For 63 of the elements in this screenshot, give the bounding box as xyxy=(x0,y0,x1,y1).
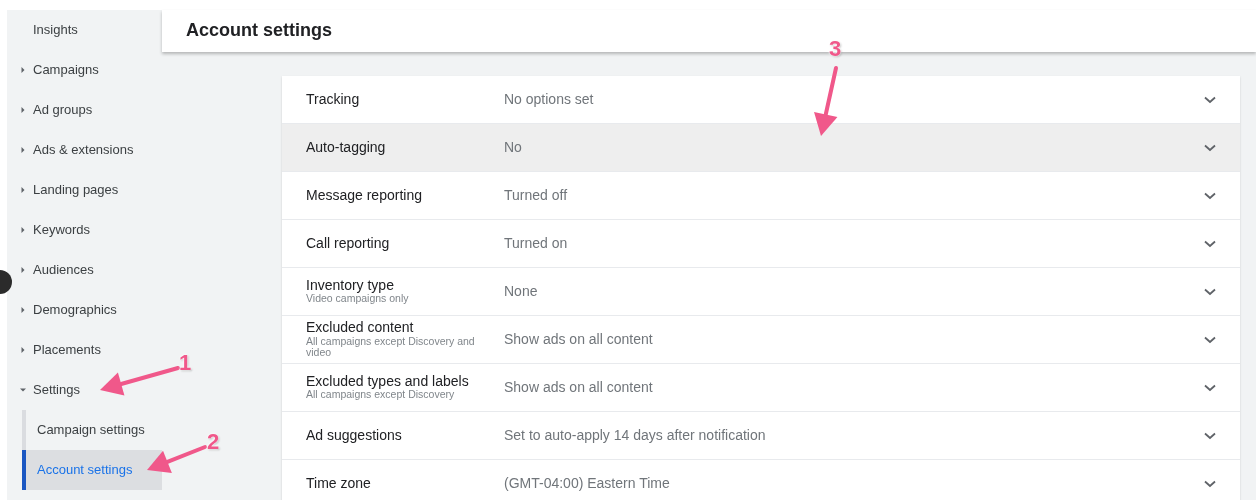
chevron-down-icon xyxy=(1204,191,1216,200)
setting-label: Time zone xyxy=(306,475,372,492)
caret-right-icon xyxy=(20,67,26,73)
setting-value: Set to auto-apply 14 days after notification xyxy=(504,426,767,445)
sidebar-item[interactable]: Placements xyxy=(15,330,162,370)
chevron-down-icon xyxy=(1204,431,1216,440)
annotation-number: 3 xyxy=(829,38,842,60)
annotation-number: 2 xyxy=(207,431,220,453)
caret-right-icon xyxy=(20,107,26,113)
setting-value: No options set xyxy=(504,90,595,109)
sidebar-item[interactable]: Ads & extensions xyxy=(15,130,162,170)
setting-label: Call reporting xyxy=(306,235,391,252)
settings-row[interactable]: Auto-tagging No xyxy=(282,124,1240,172)
setting-value: No xyxy=(504,138,523,157)
setting-note: Video campaigns only xyxy=(306,293,410,305)
setting-label: Excluded content xyxy=(306,320,415,336)
settings-row[interactable]: Inventory type Video campaigns only None xyxy=(282,268,1240,316)
setting-note: All campaigns except Discovery xyxy=(306,389,456,401)
setting-label: Message reporting xyxy=(306,187,423,204)
chevron-down-icon xyxy=(1204,335,1216,344)
setting-label: Excluded types and labels xyxy=(306,374,470,390)
caret-right-icon xyxy=(20,227,26,233)
setting-note: All campaigns except Discovery and video xyxy=(306,335,476,359)
sidebar-item[interactable]: Settings xyxy=(15,370,162,410)
chevron-down-icon xyxy=(1204,479,1216,488)
setting-label: Inventory type xyxy=(306,278,395,294)
setting-value: Turned on xyxy=(504,234,569,253)
annotation-arrow xyxy=(147,445,207,474)
setting-label: Tracking xyxy=(306,91,361,108)
setting-value: Turned off xyxy=(504,186,569,205)
setting-label: Auto-tagging xyxy=(306,139,387,156)
sidebar-item[interactable]: Keywords xyxy=(15,210,162,250)
caret-right-icon xyxy=(20,307,26,313)
caret-down-icon xyxy=(20,387,26,393)
chevron-down-icon xyxy=(1204,383,1216,392)
caret-right-icon xyxy=(20,187,26,193)
settings-row[interactable]: Excluded types and labels All campaigns except Discovery Show ads on all content xyxy=(282,364,1240,412)
setting-value: Show ads on all content xyxy=(504,330,654,349)
sidebar-item[interactable]: Ad groups xyxy=(15,90,162,130)
sidebar-item[interactable]: Insights xyxy=(15,10,162,50)
sidebar-item[interactable]: Audiences xyxy=(15,250,162,290)
settings-row[interactable]: Message reporting Turned off xyxy=(282,172,1240,220)
chevron-down-icon xyxy=(1204,143,1216,152)
settings-row[interactable]: Time zone (GMT-04:00) Eastern Time xyxy=(282,460,1240,500)
annotation-arrow xyxy=(814,66,838,136)
caret-right-icon xyxy=(20,147,26,153)
sidebar-item[interactable]: Demographics xyxy=(15,290,162,330)
setting-value: (GMT-04:00) Eastern Time xyxy=(504,474,671,493)
setting-value: Show ads on all content xyxy=(504,378,654,397)
settings-row[interactable]: Call reporting Turned on xyxy=(282,220,1240,268)
chevron-down-icon xyxy=(1204,239,1216,248)
sidebar-item[interactable]: Landing pages xyxy=(15,170,162,210)
setting-value: None xyxy=(504,282,539,301)
chevron-down-icon xyxy=(1204,95,1216,104)
caret-right-icon xyxy=(20,347,26,353)
page-title: Account settings xyxy=(186,20,332,42)
caret-right-icon xyxy=(20,267,26,273)
sidebar-item[interactable]: Campaigns xyxy=(15,50,162,90)
setting-label: Ad suggestions xyxy=(306,427,403,444)
annotation-number: 1 xyxy=(179,352,192,374)
settings-row[interactable]: Ad suggestions Set to auto-apply 14 days after notification xyxy=(282,412,1240,460)
settings-row[interactable]: Excluded content All campaigns except Discovery and video Show ads on all content xyxy=(282,316,1240,364)
chevron-down-icon xyxy=(1204,287,1216,296)
